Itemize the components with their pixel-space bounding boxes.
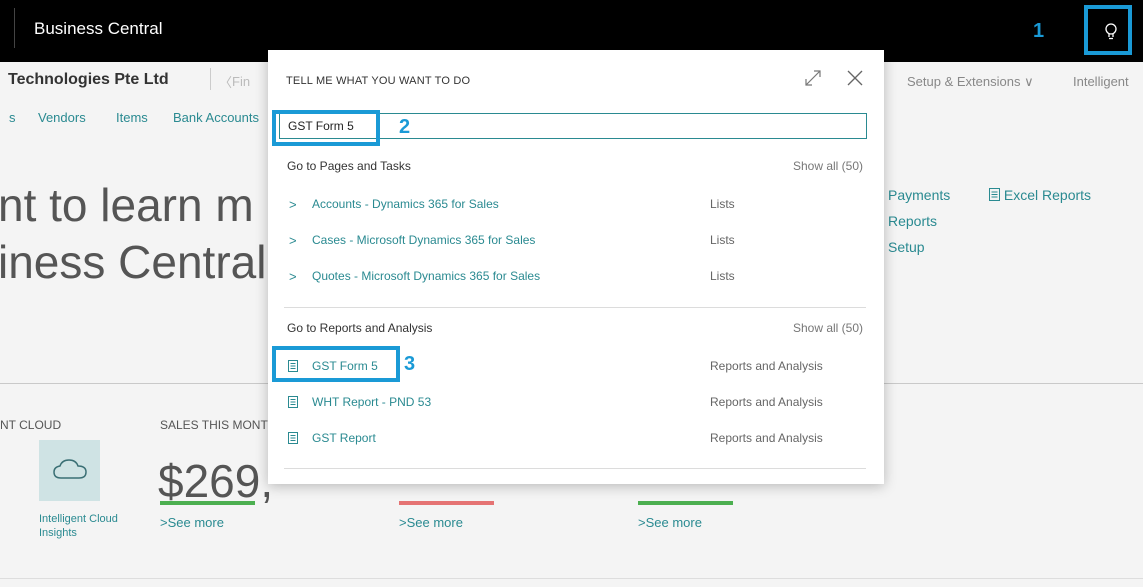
panel-divider: [284, 468, 866, 469]
result-name: Quotes - Microsoft Dynamics 365 for Sale…: [312, 269, 541, 283]
intelligent-cloud-tile[interactable]: [39, 440, 100, 501]
report-icon: [989, 188, 1000, 201]
result-item[interactable]: > Cases - Microsoft Dynamics 365 for Sal…: [268, 229, 884, 253]
action-excel-reports-label: Excel Reports: [1003, 187, 1092, 203]
panel-divider: [284, 307, 866, 308]
action-reports[interactable]: Reports: [888, 213, 937, 229]
see-more-link-2[interactable]: >See more: [399, 515, 463, 530]
app-title[interactable]: Business Central: [34, 19, 163, 39]
result-category: Reports and Analysis: [710, 395, 823, 409]
result-item[interactable]: > Accounts - Dynamics 365 for Sales List…: [268, 193, 884, 217]
nav-link-items[interactable]: Items: [116, 110, 148, 125]
result-category: Lists: [710, 197, 735, 211]
cue-bar-overdue: [399, 501, 494, 505]
sales-this-month-value[interactable]: $269,: [158, 454, 273, 508]
result-name: GST Report: [312, 431, 376, 445]
hero-line-1: nt to learn m: [0, 179, 254, 231]
annotation-step-2: 2: [399, 116, 411, 138]
annotation-box-3: [272, 346, 400, 382]
annotation-step-3: 3: [404, 353, 416, 375]
menu-setup-extensions[interactable]: Setup & Extensions ∨: [907, 74, 1034, 90]
menu-setup-label: Setup & Extensions: [907, 74, 1021, 89]
cloud-label-line-2: Insights: [39, 527, 77, 539]
result-category: Reports and Analysis: [710, 431, 823, 445]
cue-bar-sales: [160, 501, 255, 505]
chevron-down-icon: ∨: [1024, 74, 1034, 89]
top-bar-edge: [14, 8, 15, 48]
result-name: Cases - Microsoft Dynamics 365 for Sales: [312, 233, 536, 247]
action-setup[interactable]: Setup: [888, 239, 925, 255]
action-excel-reports[interactable]: Excel Reports: [989, 187, 1091, 203]
result-category: Lists: [710, 233, 735, 247]
annotation-box-2: [272, 110, 380, 146]
nav-link-customers[interactable]: s: [9, 110, 16, 125]
result-item[interactable]: GST Report Reports and Analysis: [268, 427, 884, 451]
cue-title-sales: SALES THIS MONT: [160, 418, 268, 432]
close-icon[interactable]: [846, 69, 864, 87]
chevron-right-icon: >: [638, 515, 646, 530]
bottom-divider: [0, 578, 1143, 579]
header-divider: [210, 68, 211, 90]
result-category: Reports and Analysis: [710, 359, 823, 373]
lightbulb-icon: [1105, 23, 1117, 40]
show-all-pages-link[interactable]: Show all (50): [793, 159, 863, 173]
report-icon: [288, 396, 298, 408]
tell-me-button[interactable]: [1084, 5, 1132, 55]
chevron-right-icon: >: [289, 233, 297, 248]
panel-title: TELL ME WHAT YOU WANT TO DO: [286, 75, 471, 87]
hero-line-2: iness Central: [0, 236, 267, 288]
annotation-step-1: 1: [1033, 20, 1045, 42]
chevron-right-icon: >: [399, 515, 407, 530]
result-name: Accounts - Dynamics 365 for Sales: [312, 197, 499, 211]
section-heading-reports: Go to Reports and Analysis: [287, 321, 433, 335]
menu-intelligent[interactable]: Intelligent: [1073, 74, 1129, 89]
expand-icon[interactable]: [803, 68, 823, 88]
chevron-right-icon: >: [289, 197, 297, 212]
see-more-link-3[interactable]: >See more: [638, 515, 702, 530]
chevron-right-icon: >: [160, 515, 168, 530]
nav-link-bank-accounts[interactable]: Bank Accounts: [173, 110, 259, 125]
chevron-right-icon: >: [289, 269, 297, 284]
result-item[interactable]: > Quotes - Microsoft Dynamics 365 for Sa…: [268, 265, 884, 289]
menu-finance[interactable]: Fin: [232, 74, 250, 89]
see-more-label: See more: [167, 515, 224, 530]
see-more-label: See more: [406, 515, 463, 530]
cloud-label-line-1: Intelligent Cloud: [39, 513, 118, 525]
cloud-icon: [53, 459, 87, 479]
cue-title-cloud: NT CLOUD: [0, 418, 62, 432]
report-icon: [288, 432, 298, 444]
result-name: WHT Report - PND 53: [312, 395, 432, 409]
chevron-left-icon[interactable]: 〈: [219, 72, 232, 91]
result-category: Lists: [710, 269, 735, 283]
cue-bar-third: [638, 501, 733, 505]
see-more-link-1[interactable]: >See more: [160, 515, 224, 530]
show-all-reports-link[interactable]: Show all (50): [793, 321, 863, 335]
section-heading-pages: Go to Pages and Tasks: [287, 159, 411, 173]
intelligent-cloud-label[interactable]: Intelligent Cloud Insights: [39, 512, 118, 540]
result-item[interactable]: WHT Report - PND 53 Reports and Analysis: [268, 391, 884, 415]
action-payments[interactable]: Payments: [888, 187, 950, 203]
company-name: Technologies Pte Ltd: [8, 71, 169, 88]
see-more-label: See more: [645, 515, 702, 530]
tell-me-panel: TELL ME WHAT YOU WANT TO DO GST Form 5 2…: [268, 50, 884, 484]
nav-link-vendors[interactable]: Vendors: [38, 110, 86, 125]
